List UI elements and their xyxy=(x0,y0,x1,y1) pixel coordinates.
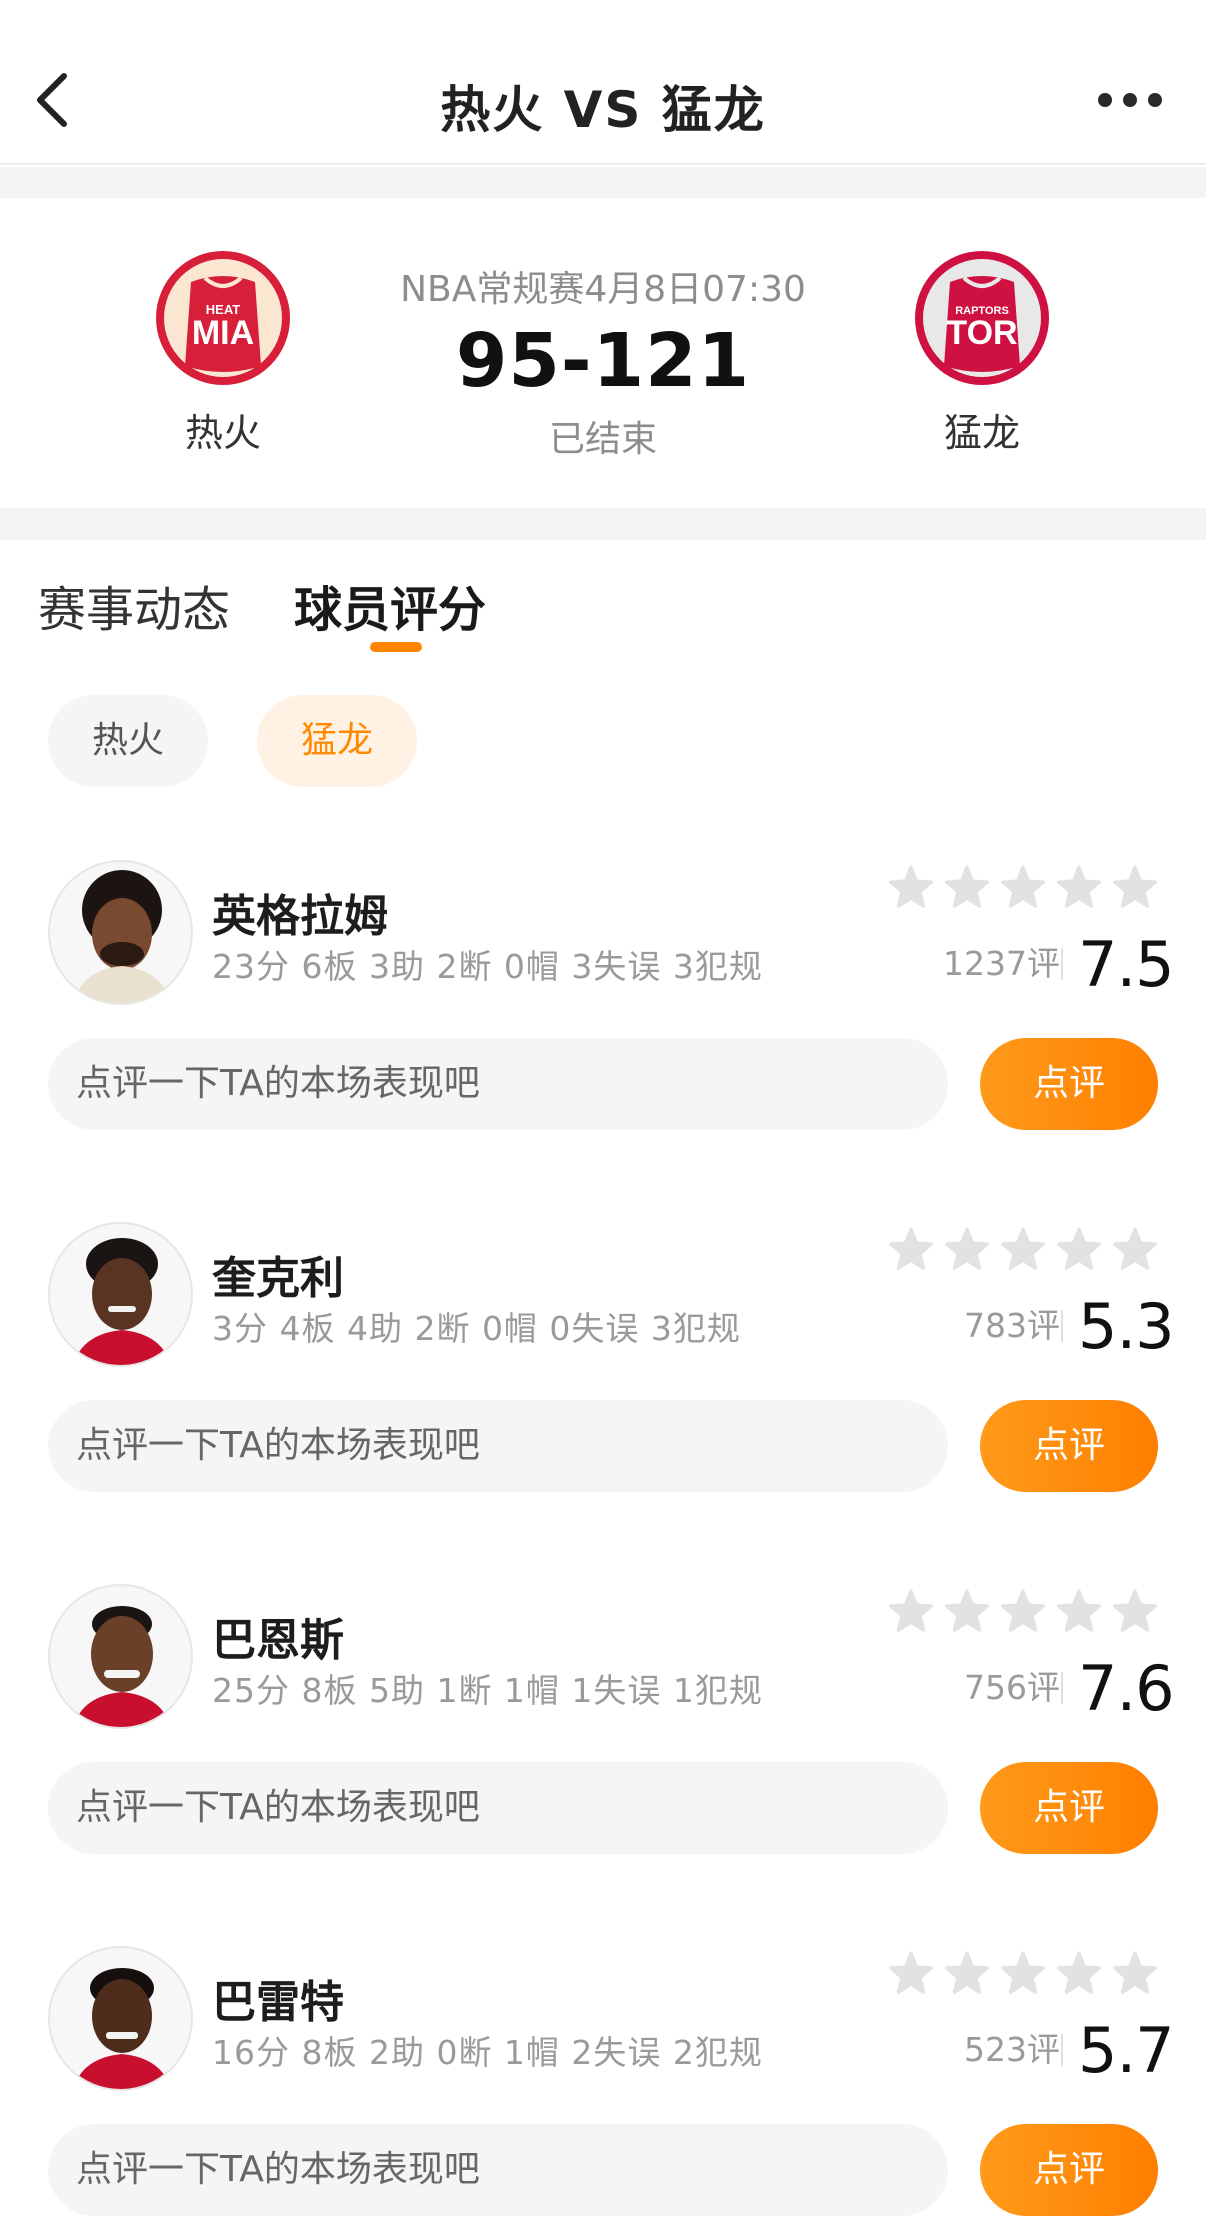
star-icon[interactable] xyxy=(1112,1589,1158,1633)
vote-count: 1237评 xyxy=(943,944,1060,983)
player-card: 英格拉姆 23分 6板 3助 2断 0帽 3失误 3犯规 1237评 7.5 点… xyxy=(0,860,1206,1160)
player-stats: 23分 6板 3助 2断 0帽 3失误 3犯规 xyxy=(212,947,763,986)
match-status: 已结束 xyxy=(548,419,657,460)
player-stats: 3分 4板 4助 2断 0帽 0失误 3犯规 xyxy=(212,1309,741,1348)
player-card: 奎克利 3分 4板 4助 2断 0帽 0失误 3犯规 783评 5.3 点评一下… xyxy=(0,1222,1206,1522)
active-tab-indicator xyxy=(370,642,422,652)
rating-stars[interactable] xyxy=(888,1227,1160,1273)
nav-bar: 热火 VS 猛龙 xyxy=(0,0,1206,165)
star-icon[interactable] xyxy=(1000,865,1046,909)
star-icon[interactable] xyxy=(1112,1951,1158,1995)
player-avatar[interactable] xyxy=(48,860,193,1005)
vote-count: 523评 xyxy=(964,2030,1060,2069)
player-card: 巴恩斯 25分 8板 5助 1断 1帽 1失误 1犯规 756评 7.6 点评一… xyxy=(0,1584,1206,1884)
star-icon[interactable] xyxy=(944,865,990,909)
divider xyxy=(1061,1672,1063,1704)
avatar-image xyxy=(73,870,171,1003)
divider xyxy=(1061,1310,1063,1342)
filter-heat[interactable]: 热火 xyxy=(48,695,208,787)
star-icon[interactable] xyxy=(944,1589,990,1633)
player-card: 巴雷特 16分 8板 2助 0断 1帽 2失误 2犯规 523评 5.7 点评一… xyxy=(0,1946,1206,2221)
tab-match-events[interactable]: 赛事动态 xyxy=(38,570,230,640)
away-team[interactable]: RAPTORS TOR 猛龙 xyxy=(902,248,1062,457)
comment-input[interactable]: 点评一下TA的本场表现吧 xyxy=(48,1038,948,1130)
home-team-name: 热火 xyxy=(184,411,261,455)
page-title: 热火 VS 猛龙 xyxy=(440,81,766,139)
player-name: 奎克利 xyxy=(212,1253,344,1304)
player-avatar[interactable] xyxy=(48,1584,193,1729)
more-options-icon[interactable] xyxy=(1098,90,1162,110)
star-icon[interactable] xyxy=(1000,1227,1046,1271)
player-stats: 16分 8板 2助 0断 1帽 2失误 2犯规 xyxy=(212,2033,763,2072)
divider xyxy=(1061,948,1063,980)
tab-player-ratings[interactable]: 球员评分 xyxy=(294,570,486,640)
player-rating: 7.6 xyxy=(1078,1652,1175,1725)
star-icon[interactable] xyxy=(1056,1227,1102,1271)
svg-text:MIA: MIA xyxy=(192,314,254,352)
star-icon[interactable] xyxy=(944,1951,990,1995)
star-icon[interactable] xyxy=(888,1951,934,1995)
comment-button[interactable]: 点评 xyxy=(980,2124,1158,2216)
player-avatar[interactable] xyxy=(48,1946,193,2091)
player-avatar[interactable] xyxy=(48,1222,193,1367)
star-icon[interactable] xyxy=(1000,1951,1046,1995)
match-header: HEAT MIA 热火 NBA常规赛4月8日07:30 95-121 已结束 R… xyxy=(0,198,1206,508)
comment-button[interactable]: 点评 xyxy=(980,1762,1158,1854)
raptors-logo: RAPTORS TOR xyxy=(915,251,1049,385)
away-team-name: 猛龙 xyxy=(943,411,1020,455)
vote-count: 783评 xyxy=(964,1306,1060,1345)
filter-raptors[interactable]: 猛龙 xyxy=(257,695,417,787)
match-meta: NBA常规赛4月8日07:30 xyxy=(400,269,806,310)
player-rating: 5.7 xyxy=(1078,2014,1175,2087)
rating-stars[interactable] xyxy=(888,865,1160,911)
comment-input[interactable]: 点评一下TA的本场表现吧 xyxy=(48,1762,948,1854)
rating-stars[interactable] xyxy=(888,1951,1160,1997)
player-stats: 25分 8板 5助 1断 1帽 1失误 1犯规 xyxy=(212,1671,763,1710)
player-name: 巴雷特 xyxy=(212,1977,344,2028)
divider xyxy=(0,508,1206,540)
star-icon[interactable] xyxy=(1112,1227,1158,1271)
tab-bar: 赛事动态 球员评分 xyxy=(0,540,1206,660)
home-team[interactable]: HEAT MIA 热火 xyxy=(143,248,303,457)
player-name: 巴恩斯 xyxy=(212,1615,344,1666)
avatar-image xyxy=(73,1968,171,2089)
player-rating: 5.3 xyxy=(1078,1290,1175,1363)
comment-input[interactable]: 点评一下TA的本场表现吧 xyxy=(48,2124,948,2216)
player-name: 英格拉姆 xyxy=(212,891,388,942)
star-icon[interactable] xyxy=(1056,1951,1102,1995)
star-icon[interactable] xyxy=(888,1227,934,1271)
match-info: NBA常规赛4月8日07:30 95-121 已结束 xyxy=(353,260,853,462)
star-icon[interactable] xyxy=(888,865,934,909)
player-rating: 7.5 xyxy=(1078,928,1175,1001)
heat-logo: HEAT MIA xyxy=(156,251,290,385)
comment-input[interactable]: 点评一下TA的本场表现吧 xyxy=(48,1400,948,1492)
divider xyxy=(1061,2034,1063,2066)
star-icon[interactable] xyxy=(944,1227,990,1271)
star-icon[interactable] xyxy=(1000,1589,1046,1633)
comment-button[interactable]: 点评 xyxy=(980,1038,1158,1130)
comment-button[interactable]: 点评 xyxy=(980,1400,1158,1492)
avatar-image xyxy=(73,1606,171,1727)
match-score: 95-121 xyxy=(455,318,751,404)
star-icon[interactable] xyxy=(1112,865,1158,909)
vote-count: 756评 xyxy=(964,1668,1060,1707)
divider xyxy=(0,167,1206,198)
rating-stars[interactable] xyxy=(888,1589,1160,1635)
svg-text:TOR: TOR xyxy=(946,314,1017,352)
star-icon[interactable] xyxy=(1056,1589,1102,1633)
avatar-image xyxy=(73,1238,171,1365)
star-icon[interactable] xyxy=(1056,865,1102,909)
star-icon[interactable] xyxy=(888,1589,934,1633)
